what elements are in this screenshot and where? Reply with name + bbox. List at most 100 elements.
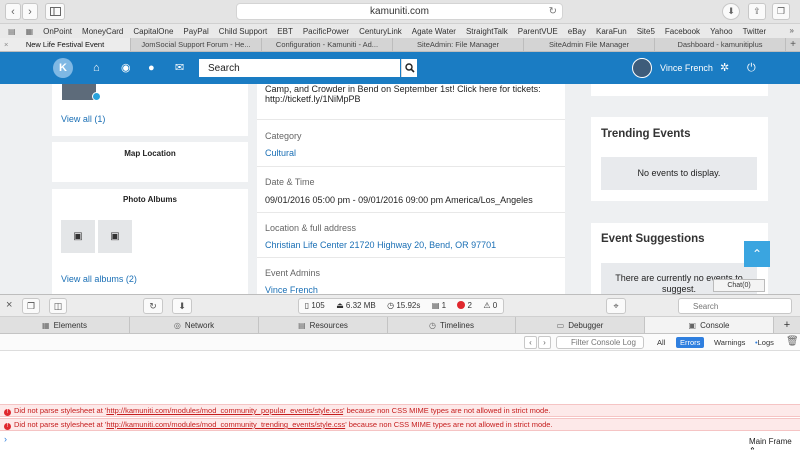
forward-button[interactable]: › (22, 3, 38, 20)
level-logs-button[interactable]: •Logs (751, 337, 778, 348)
tab-timelines[interactable]: ◷ Timelines (388, 317, 516, 333)
member-avatar[interactable] (62, 84, 96, 100)
bookmark-item[interactable]: StraightTalk (466, 27, 508, 36)
level-warnings-button[interactable]: Warnings (710, 337, 749, 348)
browser-tab[interactable]: × New Life Festival Event (0, 38, 131, 51)
site-logo[interactable]: K (53, 58, 73, 78)
browser-tab[interactable]: JomSocial Support Forum - He... (131, 38, 262, 51)
inspector-search-input[interactable] (678, 298, 792, 314)
bookmark-item[interactable]: ParentVUE (518, 27, 558, 36)
view-all-members-link[interactable]: View all (1) (61, 114, 105, 124)
album-thumbnail[interactable]: ▣ (98, 220, 132, 253)
console-prompt-icon[interactable]: › (4, 434, 7, 444)
level-all-button[interactable]: All (653, 337, 669, 348)
top-sites-icon[interactable]: ▦ (26, 27, 34, 36)
activity-viewer[interactable]: ▯ 105 ⏏ 6.32 MB ◷ 15.92s ▤ 1 2 ⚠ 0 (298, 298, 504, 314)
debugger-icon: ▭ (556, 320, 565, 330)
message-url-link[interactable]: http://kamuniti.com/modules/mod_communit… (106, 420, 345, 429)
url-text: kamuniti.com (370, 6, 429, 17)
frame-selector[interactable]: Main Frame ⇕ (749, 437, 800, 450)
tab-console[interactable]: ▣ Console (645, 317, 774, 333)
bookmark-item[interactable]: Facebook (665, 27, 700, 36)
tab-label: Elements (53, 320, 87, 330)
next-button[interactable]: › (538, 336, 551, 349)
power-icon[interactable]: ⏻ (747, 61, 756, 75)
bookmark-item[interactable]: EBT (277, 27, 293, 36)
errors-count-value: 2 (467, 301, 472, 310)
members-card: View all (1) (52, 84, 248, 136)
close-icon[interactable]: × (6, 299, 12, 311)
browser-tab[interactable]: Configuration - Kamuniti - Ad... (262, 38, 393, 51)
dock-button[interactable]: ◫ (49, 298, 67, 314)
bookmark-item[interactable]: KaraFun (596, 27, 627, 36)
bookmark-item[interactable]: Child Support (219, 27, 267, 36)
event-admin-link[interactable]: Vince French (265, 285, 318, 294)
sidebar-card-top (591, 84, 768, 96)
tab-debugger[interactable]: ▭ Debugger (516, 317, 645, 333)
bookmark-item[interactable]: Agate Water (412, 27, 456, 36)
view-all-albums-link[interactable]: View all albums (2) (61, 274, 137, 284)
category-link[interactable]: Cultural (265, 148, 296, 158)
browser-tab[interactable]: SiteAdmin File Manager (524, 38, 655, 51)
back-button[interactable]: ‹ (5, 3, 21, 20)
console-error-message[interactable]: ! Did not parse stylesheet at 'http://kam… (0, 418, 800, 431)
browser-tab[interactable]: Dashboard - kamunitiplus (655, 38, 786, 51)
new-tab-button[interactable]: + (786, 38, 800, 51)
online-status-dot (92, 92, 101, 101)
reload-icon[interactable]: ↻ (549, 4, 557, 19)
bookmark-item[interactable]: CenturyLink (359, 27, 402, 36)
home-icon[interactable]: ⌂ (93, 61, 100, 75)
address-bar[interactable]: kamuniti.com ↻ (236, 3, 563, 20)
tab-network[interactable]: ◎ Network (130, 317, 259, 333)
gear-icon[interactable]: ✲ (720, 61, 729, 75)
log-icon: ▤ (431, 301, 440, 310)
load-time-value: 15.92s (396, 301, 421, 310)
sidebar-icon (49, 7, 61, 16)
user-icon[interactable]: ● (148, 61, 155, 75)
message-url-link[interactable]: http://kamuniti.com/modules/mod_communit… (106, 406, 343, 415)
bookmark-item[interactable]: MoneyCard (82, 27, 123, 36)
bookmarks-overflow[interactable]: » (790, 24, 794, 38)
chat-button[interactable]: Chat(0) (713, 279, 765, 292)
download-archive-button[interactable]: ⬇ (172, 298, 192, 314)
bookmark-item[interactable]: OnPoint (43, 27, 72, 36)
site-search-input[interactable] (199, 59, 400, 77)
bookmark-item[interactable]: PayPal (183, 27, 208, 36)
level-errors-button[interactable]: Errors (676, 337, 705, 348)
page-content: View all (1) Map Location Photo Albums ▣… (0, 84, 800, 294)
album-icon: ▣ (73, 231, 83, 242)
bookmark-item[interactable]: PacificPower (303, 27, 349, 36)
bookmark-item[interactable]: CapitalOne (133, 27, 173, 36)
scroll-to-top-button[interactable]: ⌃ (744, 241, 770, 267)
reload-page-button[interactable]: ↻ (143, 298, 163, 314)
bookmark-icon[interactable]: ▤ (8, 27, 16, 36)
mail-icon[interactable]: ✉ (175, 61, 184, 75)
bookmark-item[interactable]: Yahoo (710, 27, 733, 36)
message-text: ' because non CSS MIME types are not all… (343, 406, 551, 415)
site-search-button[interactable] (401, 59, 417, 77)
close-tab-icon[interactable]: × (4, 38, 8, 51)
tab-elements[interactable]: ▦ Elements (0, 317, 130, 333)
trash-icon[interactable]: 🗑 (786, 336, 799, 347)
warnings-count: ⚠ 0 (483, 299, 497, 313)
album-thumbnail[interactable]: ▣ (61, 220, 95, 253)
previous-button[interactable]: ‹ (524, 336, 537, 349)
detach-button[interactable]: ❐ (22, 298, 40, 314)
bookmark-item[interactable]: eBay (568, 27, 586, 36)
add-tab-button[interactable]: + (774, 317, 800, 333)
bookmark-item[interactable]: Site5 (637, 27, 655, 36)
sidebar-button[interactable] (45, 3, 65, 20)
inspect-element-button[interactable]: ⌖ (606, 298, 626, 314)
user-avatar[interactable] (632, 58, 652, 78)
console-error-message[interactable]: ! Did not parse stylesheet at 'http://kam… (0, 404, 800, 417)
console-filter-input[interactable] (556, 336, 644, 349)
bookmark-item[interactable]: Twitter (743, 27, 767, 36)
browser-tab[interactable]: SiteAdmin: File Manager (393, 38, 524, 51)
globe-icon[interactable]: ◉ (121, 61, 131, 75)
show-tabs-button[interactable]: ❐ (772, 3, 790, 20)
location-link[interactable]: Christian Life Center 21720 Highway 20, … (265, 240, 496, 250)
user-name-link[interactable]: Vince French (660, 61, 713, 75)
tab-resources[interactable]: ▤ Resources (259, 317, 388, 333)
downloads-button[interactable]: ⬇ (722, 3, 740, 20)
share-button[interactable]: ⇪ (748, 3, 766, 20)
